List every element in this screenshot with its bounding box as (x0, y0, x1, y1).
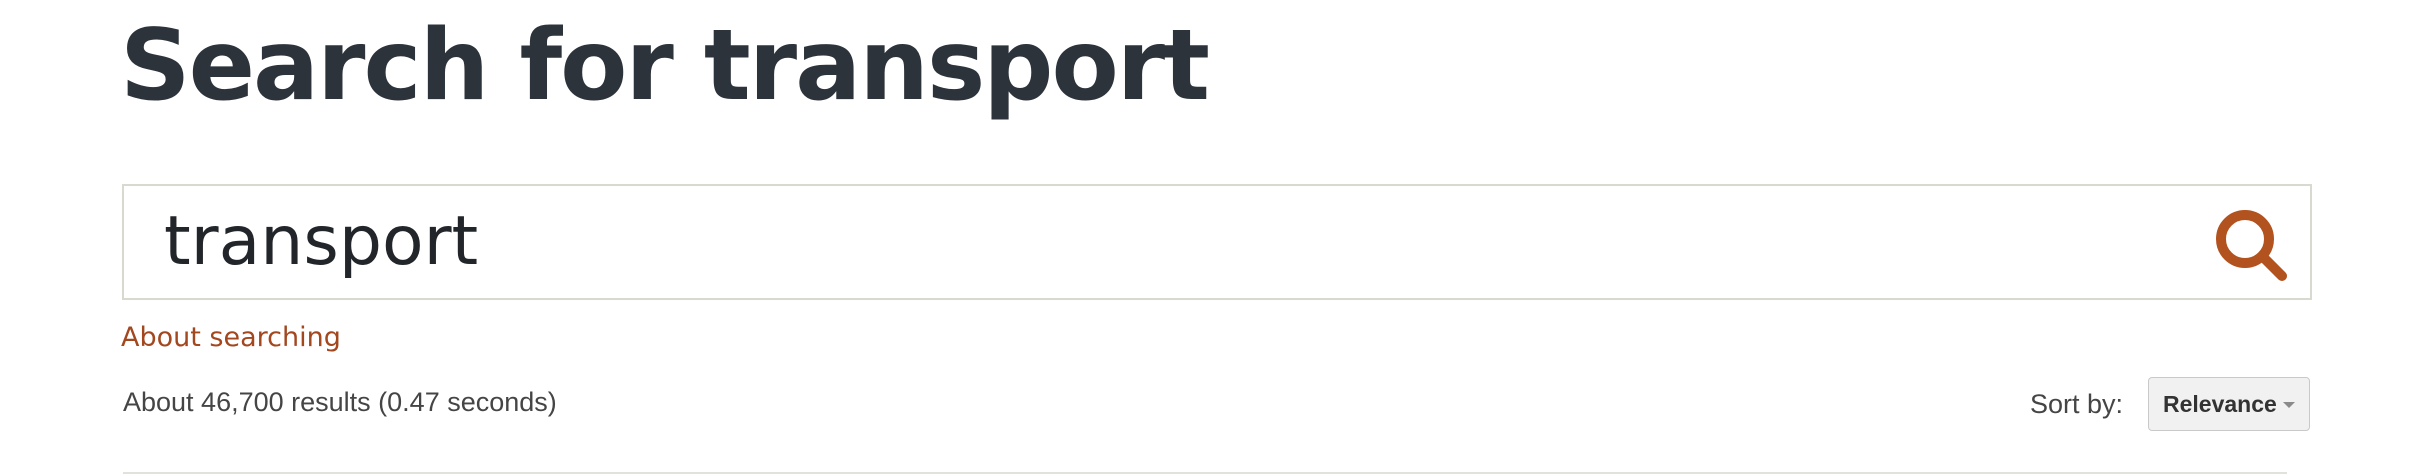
divider (123, 472, 2287, 474)
search-box (122, 184, 2312, 300)
result-count: About 46,700 results (0.47 seconds) (123, 387, 557, 417)
sort-select[interactable]: Relevance (2148, 377, 2310, 431)
about-searching-link[interactable]: About searching (121, 320, 341, 356)
page-title: Search for transport (120, 9, 1210, 123)
search-input[interactable] (164, 186, 2164, 298)
sort-selected-value: Relevance (2163, 391, 2277, 417)
chevron-down-icon (2283, 402, 2295, 408)
search-button[interactable] (2212, 206, 2292, 282)
search-icon (2216, 210, 2287, 281)
sort-label: Sort by: (2030, 389, 2124, 419)
